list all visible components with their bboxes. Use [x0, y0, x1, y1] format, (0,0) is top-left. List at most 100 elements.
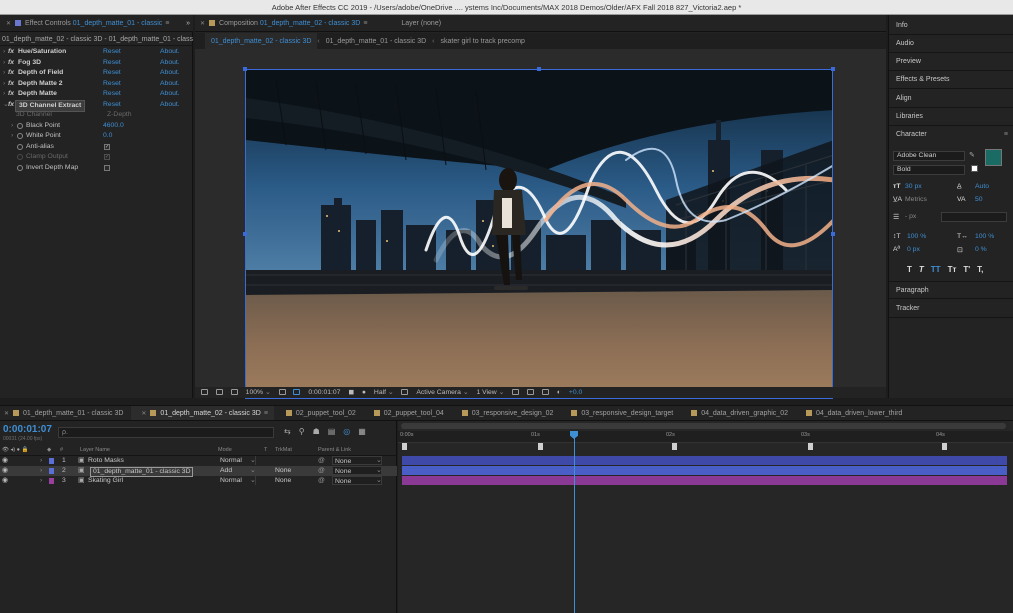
vertical-scale-value[interactable]: 100 % — [907, 233, 926, 240]
shy-layers-icon[interactable]: ☗ — [313, 427, 320, 436]
faux-bold-button[interactable]: T — [907, 265, 912, 274]
anti-alias-checkbox[interactable]: ✓ — [104, 143, 110, 150]
transform-handle[interactable] — [831, 232, 835, 236]
layer-label-color[interactable] — [49, 468, 54, 474]
layer-bar-selected[interactable] — [402, 466, 1007, 475]
effect-row[interactable]: › fx Depth Matte Reset About. — [0, 89, 193, 100]
layer-name[interactable]: Roto Masks — [88, 456, 124, 466]
snapshot-icon[interactable]: ◼ — [348, 387, 354, 398]
info-panel-header[interactable]: Info — [889, 17, 1013, 35]
toggle-pixel-aspect-icon[interactable] — [512, 389, 520, 396]
t-header[interactable]: T — [264, 446, 267, 455]
time-ruler[interactable]: 0:00s 01s 02s 03s 04s — [398, 431, 1013, 443]
region-of-interest-icon[interactable] — [401, 389, 409, 396]
fx-toggle-icon[interactable]: fx — [8, 79, 14, 90]
preview-icon[interactable] — [215, 389, 223, 396]
trkmat-dropdown[interactable]: None — [275, 466, 313, 475]
tsume-value[interactable]: 0 % — [975, 246, 987, 253]
small-caps-button[interactable]: Tт — [948, 265, 957, 274]
breadcrumb-item[interactable]: skater girl to track precomp — [435, 33, 531, 49]
frame-blending-icon[interactable]: ▤ — [328, 427, 336, 436]
parent-dropdown[interactable]: None — [332, 466, 382, 475]
views-dropdown[interactable]: 1 View — [476, 387, 496, 398]
timeline-tab[interactable]: 04_data_driven_graphic_02 — [681, 406, 794, 420]
align-panel-header[interactable]: Align — [889, 90, 1013, 108]
fx-toggle-icon[interactable]: fx — [8, 58, 14, 69]
transform-handle[interactable] — [243, 232, 247, 236]
timeline-tab[interactable]: 02_puppet_tool_02 — [276, 406, 362, 420]
timeline-tab-active[interactable]: ✕ 01_depth_matte_02 - classic 3D ≡ — [131, 406, 274, 420]
twirl-icon[interactable]: › — [40, 466, 42, 476]
breadcrumb-item[interactable]: 01_depth_matte_01 - classic 3D — [320, 33, 432, 49]
mask-visibility-icon[interactable] — [230, 389, 238, 396]
subscript-button[interactable]: T, — [977, 265, 983, 274]
effect-row[interactable]: › fx Depth Matte 2 Reset About. — [0, 79, 193, 90]
property-row[interactable]: Anti-alias ✓ — [0, 142, 193, 153]
about-link[interactable]: About. — [160, 79, 180, 90]
property-row[interactable]: › Black Point 4600.0 — [0, 121, 193, 132]
fx-toggle-icon[interactable]: fx — [8, 100, 14, 111]
eyedropper-icon[interactable]: ✎ — [969, 151, 975, 159]
effects-presets-panel-header[interactable]: Effects & Presets — [889, 71, 1013, 89]
close-icon[interactable]: ✕ — [200, 21, 205, 27]
layer-marker[interactable] — [672, 443, 677, 450]
property-row[interactable]: Invert Depth Map — [0, 163, 193, 174]
layer-name-header[interactable]: Layer Name — [80, 446, 110, 455]
twirl-icon[interactable]: › — [3, 58, 5, 69]
fx-toggle-icon[interactable]: fx — [8, 68, 14, 79]
invert-depth-checkbox[interactable] — [104, 164, 110, 171]
trkmat-dropdown[interactable]: None — [275, 476, 313, 485]
flowchart-icon[interactable] — [541, 389, 549, 396]
panel-menu-icon[interactable]: ≡ — [165, 20, 169, 27]
current-time-display[interactable]: 0:00:01:07 — [308, 387, 340, 398]
composition-tab[interactable]: ✕ Composition 01_depth_matte_02 - classic… — [195, 15, 373, 31]
reset-link[interactable]: Reset — [103, 89, 121, 100]
timeline-tab[interactable]: 02_puppet_tool_04 — [364, 406, 450, 420]
stopwatch-icon[interactable] — [17, 154, 23, 160]
twirl-icon[interactable]: › — [11, 131, 13, 142]
zoom-dropdown[interactable]: 100% — [246, 387, 263, 398]
layer-marker[interactable] — [402, 443, 407, 450]
faux-italic-button[interactable]: T — [919, 265, 924, 274]
comp-mini-flowchart-icon[interactable]: ⇆ — [284, 427, 291, 436]
twirl-icon[interactable]: › — [3, 89, 5, 100]
layer-marker[interactable] — [538, 443, 543, 450]
clamp-output-checkbox[interactable]: ✓ — [104, 154, 110, 160]
pick-whip-icon[interactable]: @ — [318, 456, 325, 466]
fx-toggle-icon[interactable]: fx — [8, 47, 14, 58]
horizontal-scale-value[interactable]: 100 % — [975, 233, 994, 240]
transform-handle[interactable] — [243, 67, 247, 71]
layer-name[interactable]: Skating Girl — [88, 476, 123, 486]
twirl-icon[interactable]: › — [3, 79, 5, 90]
baseline-shift-value[interactable]: 0 px — [907, 246, 920, 253]
visibility-eye-icon[interactable]: ◉ — [2, 456, 8, 466]
twirl-icon[interactable]: › — [11, 121, 13, 132]
effect-controls-tab[interactable]: ✕ Effect Controls 01_depth_matte_01 - cla… — [0, 15, 175, 31]
pick-whip-icon[interactable]: @ — [318, 466, 325, 476]
transform-handle[interactable] — [537, 67, 541, 71]
tracker-panel-header[interactable]: Tracker — [889, 300, 1013, 318]
reset-link[interactable]: Reset — [103, 68, 121, 79]
timeline-graph-area[interactable]: 0:00s 01s 02s 03s 04s — [398, 421, 1013, 613]
font-family-dropdown[interactable]: Adobe Clean — [893, 151, 965, 161]
graph-editor-icon[interactable]: ▦ — [358, 427, 366, 436]
layer-row[interactable]: ◉ › 1 ▣ Roto Masks Normal ⌄ @ None ⌄ — [0, 456, 397, 466]
layer-marker[interactable] — [808, 443, 813, 450]
exposure-icon[interactable]: ◐ — [557, 387, 561, 398]
tracking-value[interactable]: 50 — [975, 196, 983, 203]
trkmat-header[interactable]: TrkMat — [275, 446, 292, 455]
effect-row-selected[interactable]: ⌄ fx 3D Channel Extract Reset About. — [0, 99, 193, 112]
reset-link[interactable]: Reset — [103, 100, 121, 111]
timeline-tab[interactable]: 03_responsive_design_02 — [452, 406, 560, 420]
paragraph-panel-header[interactable]: Paragraph — [889, 281, 1013, 299]
effect-row[interactable]: › fx Depth of Field Reset About. — [0, 68, 193, 79]
effect-row[interactable]: › fx Fog 3D Reset About. — [0, 58, 193, 69]
stroke-style-dropdown[interactable] — [941, 212, 1007, 222]
about-link[interactable]: About. — [160, 89, 180, 100]
reset-link[interactable]: Reset — [103, 47, 121, 58]
resolution-dropdown[interactable]: Half — [374, 387, 386, 398]
twirl-icon[interactable]: › — [40, 456, 42, 466]
layer-bar[interactable] — [402, 476, 1007, 485]
layer-search-input[interactable]: ρ. — [58, 427, 274, 438]
property-value[interactable]: 4600.0 — [103, 121, 124, 132]
